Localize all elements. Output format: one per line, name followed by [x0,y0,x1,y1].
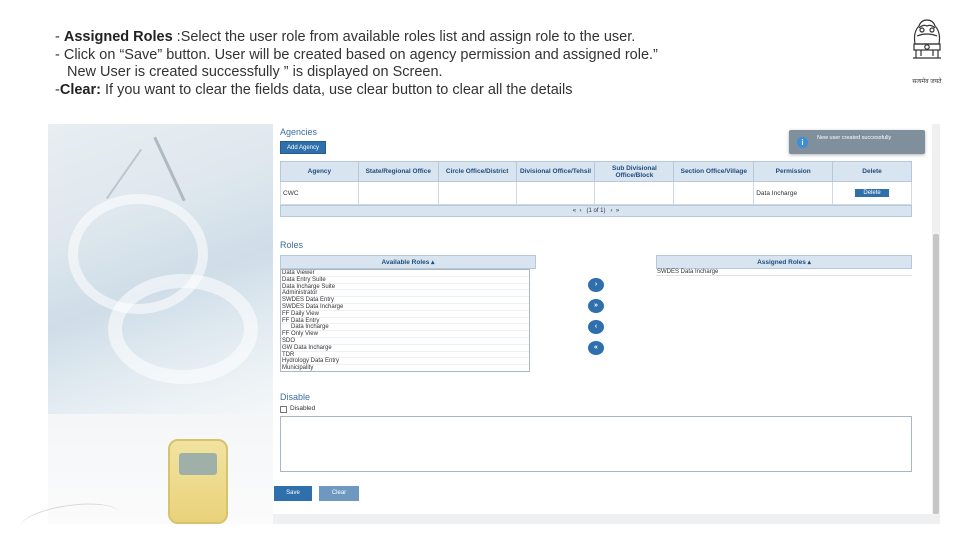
cell-circle [437,181,517,205]
instruction-line-4: -Clear: If you want to clear the fields … [55,82,875,100]
disable-reason-textarea[interactable] [280,416,912,472]
col-state-office[interactable]: State/Regional Office [357,161,439,182]
last-page-icon[interactable]: » [616,208,619,214]
move-all-right-button[interactable]: » [588,299,604,313]
col-circle-office[interactable]: Circle Office/District [437,161,517,182]
slide: - Assigned Roles :Select the user role f… [0,0,960,540]
panel-footer-strip [273,514,933,524]
list-item[interactable]: Administrator [281,290,529,298]
list-item[interactable]: Data Viewer [281,270,529,277]
cell-delete: Delete [832,181,912,205]
cell-agency: CWC [280,181,359,205]
list-item[interactable]: TDR [281,352,529,359]
list-item[interactable]: SWDES Data Incharge [657,269,718,275]
clear-text: If you want to clear the fields data, us… [100,81,573,98]
list-item[interactable]: FF Data Entry [281,318,529,325]
instruction-line-2: - Click on “Save” button. User will be c… [55,46,658,63]
col-permission[interactable]: Permission [753,161,834,182]
cell-permission: Data Incharge [753,181,834,205]
clear-button[interactable]: Clear [319,486,359,501]
available-roles-list[interactable]: Data Viewer Data Entry Suite Data Inchar… [280,269,530,372]
list-item[interactable]: SWDES Data Incharge [281,304,529,311]
cell-sub-divisional [594,181,675,205]
state-emblem: सत्यमेव जयते [902,14,952,90]
list-item[interactable]: FF Daily View [281,311,529,318]
water-splash-background [48,124,273,414]
bullet: - [55,29,64,45]
list-item[interactable]: Hydrology Data Entry [281,358,529,366]
move-all-left-button[interactable]: « [588,341,604,355]
disabled-checkbox[interactable] [280,406,287,413]
instructions: - Assigned Roles :Select the user role f… [55,29,875,99]
disable-title: Disable [280,392,311,402]
list-item[interactable]: Data Incharge Suite [281,284,529,291]
application-screenshot: Agencies Add Agency Agency State/Regiona… [48,124,943,524]
list-item[interactable]: GW Data Incharge [281,345,529,352]
table-row: CWC Data Incharge Delete [280,181,912,205]
list-item[interactable]: Municipality [281,365,529,371]
meter-device-image [168,439,228,524]
assigned-roles-heading: Assigned Roles [63,29,173,45]
prev-page-icon[interactable]: ‹ [579,208,581,214]
info-icon: i [797,137,808,148]
disabled-checkbox-label: Disabled [290,405,316,412]
move-left-button[interactable]: ‹ [588,320,604,334]
state-emblem-icon [913,19,941,59]
page-indicator: (1 of 1) [586,208,606,214]
table-pager: « ‹ (1 of 1) › » [280,205,912,217]
delete-button[interactable]: Delete [855,189,889,197]
col-sub-divisional-office[interactable]: Sub Divisional Office/Block [594,161,675,182]
instruction-line-3: New User is created successfully ” is di… [67,64,443,81]
scrollbar-thumb[interactable] [933,234,939,514]
add-agency-button[interactable]: Add Agency [280,141,326,154]
col-agency[interactable]: Agency [280,161,359,182]
assigned-roles-header[interactable]: Assigned Roles ▴ [656,255,912,269]
agencies-title: Agencies [280,127,318,137]
save-button[interactable]: Save [274,486,312,501]
move-right-button[interactable]: › [588,278,604,292]
agency-table: Agency State/Regional Office Circle Offi… [280,161,912,205]
emblem-motto: सत्यमेव जयते [912,79,942,85]
available-roles-header[interactable]: Available Roles ▴ [280,255,536,269]
decorative-swoosh [18,498,122,540]
assigned-roles-text: :Select the user role from available rol… [172,29,636,45]
list-item[interactable]: SDO [281,338,529,345]
cell-section [673,181,755,205]
col-delete[interactable]: Delete [832,161,912,182]
list-item[interactable]: SWDES Data Entry [281,297,529,304]
success-toast: i New user created successfully [789,130,925,154]
agency-table-header: Agency State/Regional Office Circle Offi… [280,161,912,182]
toast-message: New user created successfully [817,135,892,141]
cell-divisional [515,181,596,205]
scrollbar[interactable] [932,124,940,524]
col-divisional-office[interactable]: Divisional Office/Tehsil [515,161,596,182]
cell-state [357,181,439,205]
clear-heading: Clear: [59,81,101,98]
col-section-office[interactable]: Section Office/Village [673,161,755,182]
list-item[interactable]: Data Entry Suite [281,277,529,284]
instruction-line-1: - Assigned Roles :Select the user role f… [55,29,875,47]
first-page-icon[interactable]: « [573,208,576,214]
list-item[interactable]: Data Incharge [281,324,529,332]
next-page-icon[interactable]: › [611,208,613,214]
list-item[interactable]: FF Only View [281,331,529,338]
roles-title: Roles [280,240,304,250]
assigned-roles-list[interactable]: SWDES Data Incharge [656,269,912,276]
